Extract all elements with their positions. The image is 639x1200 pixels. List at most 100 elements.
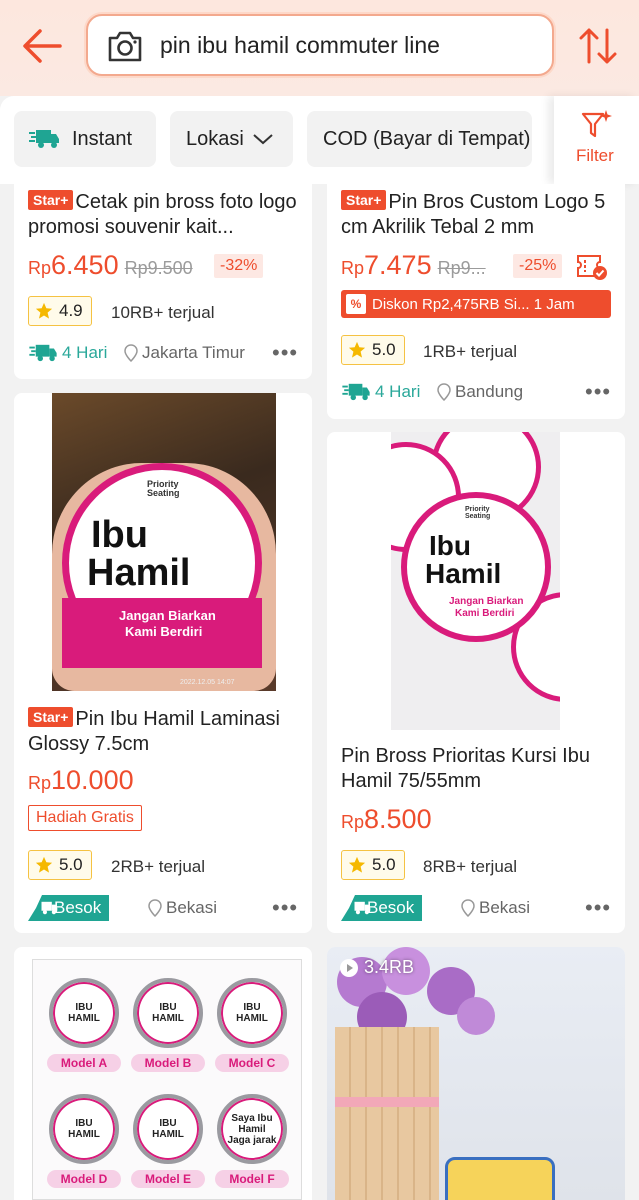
product-price: Rp7.475 Rp9... — [341, 250, 486, 280]
product-title: Star+ Pin Bros Custom Logo 5 cm Akrilik T… — [341, 190, 606, 238]
location-pin-icon — [124, 344, 138, 362]
filter-bar: Instant Lokasi COD (Bayar di Tempat) Fil… — [0, 96, 639, 184]
model-label: Model E — [131, 1170, 205, 1188]
pin-graphic: IBU HAMIL — [133, 1094, 203, 1164]
sold-count: 8RB+ terjual — [423, 857, 518, 876]
yellow-box — [445, 1157, 555, 1200]
pin-graphic: Saya Ibu Hamil Jaga jarak — [217, 1094, 287, 1164]
product-card[interactable]: 3.4RB — [327, 947, 625, 1200]
product-image[interactable]: IBU HAMIL Model A IBU HAMIL Model B IBU HAMI… — [32, 959, 302, 1200]
pin-graphic: IBU HAMIL — [217, 978, 287, 1048]
gift-tag: Hadiah Gratis — [28, 805, 142, 831]
filter-chip-label: COD (Bayar di Tempat) — [323, 127, 531, 150]
popsicle-stick-vase — [335, 1027, 439, 1200]
location: Bandung — [437, 382, 523, 402]
camera-icon[interactable] — [106, 28, 144, 64]
location-pin-icon — [461, 899, 475, 917]
model-pin-option: IBU HAMIL Model B — [131, 978, 205, 1082]
video-play-icon — [340, 958, 358, 977]
chevron-down-icon — [252, 132, 274, 146]
filter-button[interactable]: Filter — [554, 96, 639, 184]
search-query: pin ibu hamil commuter line — [160, 32, 440, 58]
location: Bekasi — [148, 898, 217, 918]
instant-delivery-icon — [41, 901, 58, 915]
product-video-thumbnail[interactable]: 3.4RB — [327, 947, 625, 1200]
more-options-icon[interactable]: ••• — [272, 342, 298, 364]
voucher-icon — [575, 252, 609, 287]
product-card[interactable]: Priority Seating Ibu Hamil Jangan Biarka… — [327, 432, 625, 933]
pin-graphic: IBU HAMIL — [49, 978, 119, 1048]
filter-chip-label: Lokasi — [186, 127, 244, 150]
filter-chip-label: Instant — [72, 127, 133, 150]
photo-timestamp: 2022.12.05 14:07 — [180, 679, 235, 686]
model-label: Model A — [47, 1054, 121, 1072]
star-plus-badge: Star+ — [341, 190, 387, 210]
sort-icon[interactable] — [576, 24, 620, 68]
more-options-icon[interactable]: ••• — [272, 897, 298, 919]
search-header: pin ibu hamil commuter line — [0, 0, 639, 96]
sold-count: 1RB+ terjual — [423, 342, 518, 361]
model-pin-option: IBU HAMIL Model A — [47, 978, 121, 1082]
sold-count: 10RB+ terjual — [111, 303, 215, 322]
original-price: Rp9... — [437, 258, 486, 278]
product-price: Rp8.500 — [341, 804, 432, 834]
product-card[interactable]: Star+ Cetak pin bross foto logo promosi s… — [14, 184, 312, 379]
filter-chip-lokasi[interactable]: Lokasi — [170, 111, 293, 167]
product-title: Star+ Pin Ibu Hamil Laminasi Glossy 7.5cm — [28, 707, 280, 755]
product-price: Rp10.000 — [28, 765, 134, 795]
location: Bekasi — [461, 898, 530, 918]
pin-graphic: IBU HAMIL — [133, 978, 203, 1048]
product-card[interactable]: Star+ Pin Bros Custom Logo 5 cm Akrilik T… — [327, 184, 625, 419]
instant-delivery-icon — [29, 344, 57, 362]
product-title: Star+ Cetak pin bross foto logo promosi s… — [28, 190, 297, 238]
back-arrow-icon[interactable] — [18, 22, 66, 70]
product-card[interactable]: IBU HAMIL Model A IBU HAMIL Model B IBU HAMI… — [14, 947, 312, 1200]
original-price: Rp9.500 — [124, 258, 193, 278]
pink-ribbon — [335, 1097, 439, 1107]
promo-countdown-bar[interactable]: % Diskon Rp2,475RB Si... 1 Jam — [341, 290, 611, 318]
filter-funnel-icon — [580, 108, 614, 147]
shipping-info: 4 Hari — [28, 343, 107, 363]
star-icon — [35, 302, 53, 319]
instant-delivery-icon — [342, 383, 370, 401]
percent-icon: % — [346, 294, 366, 314]
shipping-info: 4 Hari — [341, 382, 420, 402]
rating-badge: 4.9 — [28, 296, 92, 326]
model-label: Model D — [47, 1170, 121, 1188]
search-input[interactable]: pin ibu hamil commuter line — [86, 14, 554, 76]
rating-badge: 5.0 — [341, 335, 405, 365]
model-pin-option: IBU HAMIL Model C — [215, 978, 289, 1082]
sold-count: 2RB+ terjual — [111, 857, 206, 876]
star-icon — [35, 856, 53, 873]
pin-graphic: IBU HAMIL — [49, 1094, 119, 1164]
model-pin-option: Saya Ibu Hamil Jaga jarak Model F — [215, 1094, 289, 1198]
shipping-badge: Besok — [341, 895, 423, 921]
filter-label: Filter — [576, 146, 614, 165]
filter-chip-cod[interactable]: COD (Bayar di Tempat) — [307, 111, 532, 167]
model-label: Model F — [215, 1170, 289, 1188]
product-image[interactable]: Priority Seating Ibu Hamil Jangan Biarka… — [391, 432, 560, 730]
filter-chip-instant[interactable]: Instant — [14, 111, 156, 167]
shipping-badge: Besok — [28, 895, 110, 921]
discount-badge: -32% — [214, 254, 264, 278]
location-pin-icon — [148, 899, 162, 917]
model-label: Model B — [131, 1054, 205, 1072]
rating-badge: 5.0 — [341, 850, 405, 880]
instant-delivery-icon — [354, 901, 371, 915]
rating-badge: 5.0 — [28, 850, 92, 880]
model-pin-option: IBU HAMIL Model E — [131, 1094, 205, 1198]
more-options-icon[interactable]: ••• — [585, 897, 611, 919]
product-card[interactable]: Priority Seating Ibu Hamil Jangan Biarka… — [14, 393, 312, 933]
star-icon — [348, 856, 366, 873]
instant-delivery-icon — [28, 128, 60, 150]
location-pin-icon — [437, 383, 451, 401]
pin-graphic: Priority Seating Ibu Hamil Jangan Biarka… — [62, 463, 262, 668]
product-image[interactable]: Priority Seating Ibu Hamil Jangan Biarka… — [52, 393, 276, 691]
video-views: 3.4RB — [339, 957, 414, 978]
star-plus-badge: Star+ — [28, 707, 74, 727]
discount-badge: -25% — [513, 254, 563, 278]
pin-graphic: Priority Seating Ibu Hamil Jangan Biarka… — [401, 492, 551, 642]
more-options-icon[interactable]: ••• — [585, 381, 611, 403]
star-icon — [348, 341, 366, 358]
star-plus-badge: Star+ — [28, 190, 74, 210]
